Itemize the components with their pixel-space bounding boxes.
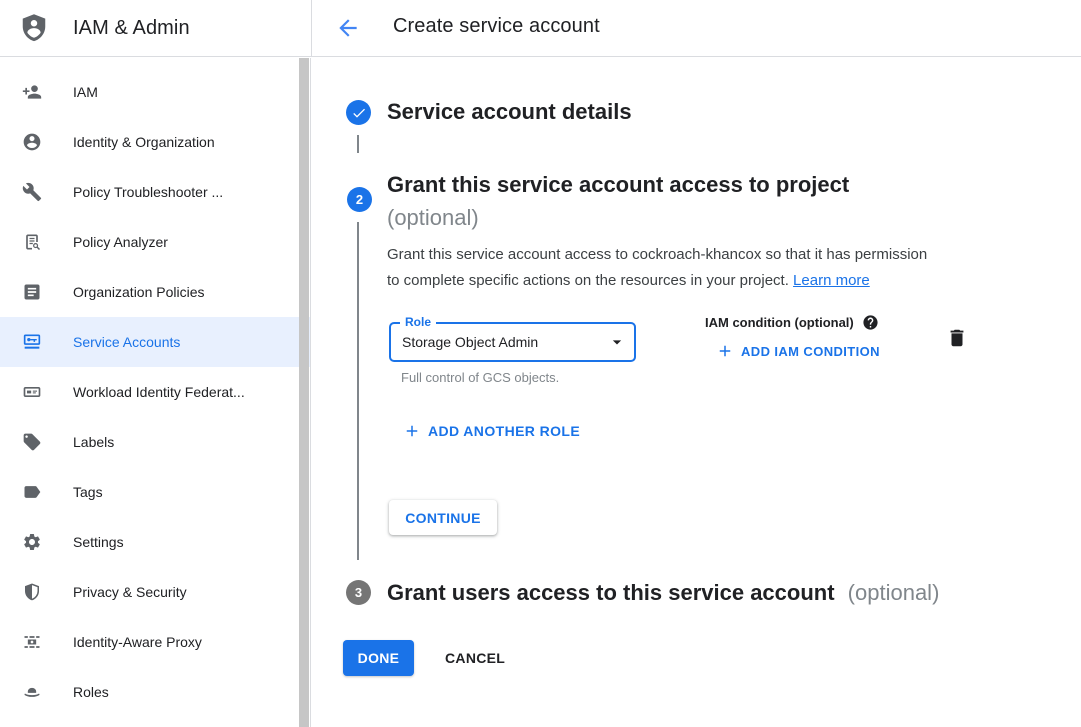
learn-more-link[interactable]: Learn more [793, 272, 870, 289]
label-tag-icon [22, 432, 42, 452]
sidebar-item-policy-analyzer[interactable]: Policy Analyzer [0, 217, 310, 267]
org-policies-doc-icon [22, 282, 42, 302]
identity-aware-proxy-icon [22, 632, 42, 652]
header-divider [311, 0, 312, 57]
role-selected-value: Storage Object Admin [391, 324, 634, 360]
step3-indicator: 3 [346, 580, 371, 605]
sidebar-item-label: Tags [73, 484, 103, 500]
iam-admin-shield-icon [19, 13, 49, 43]
sidebar-item-label: Roles [73, 684, 109, 700]
wrench-icon [22, 182, 42, 202]
back-button[interactable] [335, 15, 361, 41]
step2-number: 2 [356, 192, 363, 207]
add-another-role-button[interactable]: ADD ANOTHER ROLE [403, 422, 580, 440]
step3-heading: Grant users access to this service accou… [387, 580, 939, 606]
step2-optional-label: (optional) [387, 201, 849, 234]
iam-condition-label-row: IAM condition (optional) [705, 314, 879, 331]
step2-indicator: 2 [347, 187, 372, 212]
arrow-back-icon [335, 15, 361, 41]
policy-analyzer-icon [22, 232, 42, 252]
step-connector [357, 135, 359, 153]
sidebar-item-roles[interactable]: Roles [0, 667, 310, 717]
sidebar-item-workload-identity-federation[interactable]: Workload Identity Federat... [0, 367, 310, 417]
sidebar-item-labels[interactable]: Labels [0, 417, 310, 467]
sidebar-item-tags[interactable]: Tags [0, 467, 310, 517]
role-select[interactable]: Role Storage Object Admin [389, 322, 636, 362]
product-title: IAM & Admin [73, 17, 190, 40]
sidebar-item-label: Settings [73, 534, 124, 550]
help-button[interactable] [862, 314, 879, 331]
sidebar-item-label: Organization Policies [73, 284, 205, 300]
delete-role-button[interactable] [946, 327, 968, 349]
step2-title: Grant this service account access to pro… [387, 168, 849, 201]
step-connector [357, 222, 359, 560]
roles-hat-icon [22, 682, 42, 702]
service-account-key-icon [22, 332, 42, 352]
sidebar-item-label: Labels [73, 434, 114, 450]
role-field-label: Role [400, 315, 436, 329]
sidebar-item-policy-troubleshooter[interactable]: Policy Troubleshooter ... [0, 167, 310, 217]
sidebar-item-label: Identity-Aware Proxy [73, 634, 202, 650]
iam-condition-label: IAM condition (optional) [705, 315, 854, 330]
plus-icon [716, 342, 734, 360]
check-icon [351, 105, 367, 121]
chevron-down-icon [607, 332, 627, 352]
sidebar-item-identity-organization[interactable]: Identity & Organization [0, 117, 310, 167]
add-another-role-label: ADD ANOTHER ROLE [428, 423, 580, 439]
workload-identity-card-icon [22, 382, 42, 402]
sidebar-item-iam[interactable]: IAM [0, 67, 310, 117]
privacy-shield-icon [22, 582, 42, 602]
create-service-account-page: IAM & Admin Create service account IAM I… [0, 0, 1081, 727]
description-line2: to complete specific actions on the reso… [387, 272, 789, 289]
sidebar-item-label: Workload Identity Federat... [73, 384, 245, 400]
person-add-icon [22, 82, 42, 102]
step3-title: Grant users access to this service accou… [387, 580, 835, 605]
step1-title: Service account details [387, 99, 632, 125]
add-iam-condition-label: ADD IAM CONDITION [741, 344, 880, 359]
gear-icon [22, 532, 42, 552]
sidebar-item-privacy-security[interactable]: Privacy & Security [0, 567, 310, 617]
add-iam-condition-button[interactable]: ADD IAM CONDITION [716, 342, 880, 360]
sidebar-item-service-accounts[interactable]: Service Accounts [0, 317, 310, 367]
page-title: Create service account [393, 15, 600, 38]
sidebar-item-label: Policy Analyzer [73, 234, 168, 250]
continue-button[interactable]: CONTINUE [389, 500, 497, 535]
sidebar-item-organization-policies[interactable]: Organization Policies [0, 267, 310, 317]
step3-number: 3 [355, 585, 362, 600]
tag-arrow-icon [22, 482, 42, 502]
plus-icon [403, 422, 421, 440]
sidebar-item-label: Policy Troubleshooter ... [73, 184, 223, 200]
trash-icon [946, 327, 968, 349]
sidebar: IAM Identity & Organization Policy Troub… [0, 58, 311, 727]
app-header: IAM & Admin Create service account [0, 0, 1081, 57]
step2-description: Grant this service account access to coc… [387, 242, 987, 294]
step1-indicator-completed [346, 100, 371, 125]
cancel-button[interactable]: CANCEL [433, 640, 517, 676]
sidebar-item-identity-aware-proxy[interactable]: Identity-Aware Proxy [0, 617, 310, 667]
role-helper-text: Full control of GCS objects. [401, 370, 559, 385]
identity-person-icon [22, 132, 42, 152]
description-line1: Grant this service account access to coc… [387, 246, 927, 263]
help-icon [862, 314, 879, 331]
product-brand: IAM & Admin [19, 13, 190, 43]
step2-heading: Grant this service account access to pro… [387, 168, 849, 234]
sidebar-item-label: Service Accounts [73, 334, 180, 350]
sidebar-item-label: Privacy & Security [73, 584, 187, 600]
done-button[interactable]: DONE [343, 640, 414, 676]
step3-optional-label: (optional) [848, 580, 940, 605]
sidebar-item-label: Identity & Organization [73, 134, 215, 150]
sidebar-scrollbar[interactable] [299, 58, 309, 727]
sidebar-item-label: IAM [73, 84, 98, 100]
sidebar-item-settings[interactable]: Settings [0, 517, 310, 567]
